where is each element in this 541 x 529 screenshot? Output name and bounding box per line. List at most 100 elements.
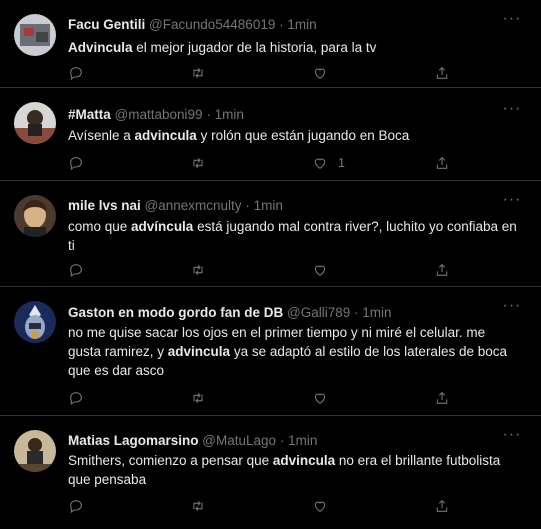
reply-icon — [70, 67, 82, 81]
share-button[interactable] — [434, 154, 450, 172]
author-handle[interactable]: @Facundo54486019 — [149, 17, 275, 32]
share-icon — [436, 156, 448, 169]
author-name[interactable]: Gaston en modo gordo fan de DB — [68, 305, 283, 320]
separator: · — [279, 433, 285, 448]
share-icon — [436, 391, 448, 404]
like-button[interactable] — [312, 389, 338, 407]
more-icon[interactable]: ··· — [501, 427, 523, 446]
share-icon — [436, 499, 448, 512]
highlight-keyword: advincula — [272, 453, 336, 468]
tweet[interactable]: Facu Gentili @Facundo54486019 · 1min ···… — [0, 0, 541, 88]
tweet[interactable]: #Matta @mattaboni99 · 1min ··· Avísenle … — [0, 88, 541, 181]
reply-icon — [70, 392, 82, 406]
reply-icon — [70, 264, 82, 278]
author-handle[interactable]: @MatuLago — [202, 433, 276, 448]
tweet-header: Matias Lagomarsino @MatuLago · 1min — [68, 432, 501, 449]
reply-button[interactable] — [68, 497, 94, 515]
more-icon[interactable]: ··· — [501, 298, 523, 317]
like-icon — [314, 68, 326, 79]
separator: · — [245, 198, 250, 213]
reply-button[interactable] — [68, 64, 94, 82]
timestamp[interactable]: 1min — [288, 433, 317, 448]
highlight-keyword: Advincula — [68, 40, 133, 55]
retweet-icon — [193, 500, 203, 512]
text-fragment: y rolón que están jugando en Boca — [196, 128, 410, 143]
tweet-actions — [68, 389, 460, 407]
tweet-actions — [68, 64, 460, 82]
avatar[interactable] — [14, 301, 56, 343]
highlight-keyword: advíncula — [131, 219, 194, 234]
more-icon[interactable]: ··· — [501, 101, 523, 120]
like-icon — [314, 158, 326, 169]
like-button[interactable]: 1 — [312, 154, 345, 172]
text-fragment: el mejor jugador de la historia, para la… — [132, 40, 377, 55]
tweet-actions: 1 — [68, 154, 460, 172]
like-button[interactable] — [312, 261, 338, 279]
retweet-button[interactable] — [190, 497, 216, 515]
tweet[interactable]: Gaston en modo gordo fan de DB @Galli789… — [0, 287, 541, 416]
retweet-icon — [193, 67, 203, 79]
author-name[interactable]: mile lvs nai — [68, 198, 141, 213]
like-count: 1 — [338, 156, 345, 170]
tweet-header: Gaston en modo gordo fan de DB @Galli789… — [68, 304, 501, 321]
share-button[interactable] — [434, 261, 450, 279]
more-icon[interactable]: ··· — [501, 11, 523, 30]
retweet-button[interactable] — [190, 389, 216, 407]
timestamp[interactable]: 1min — [254, 198, 283, 213]
timeline-feed: Facu Gentili @Facundo54486019 · 1min ···… — [0, 0, 541, 529]
more-icon[interactable]: ··· — [501, 192, 523, 211]
retweet-icon — [193, 157, 203, 169]
tweet[interactable]: Matias Lagomarsino @MatuLago · 1min ··· … — [0, 416, 541, 529]
like-icon — [314, 501, 326, 512]
share-button[interactable] — [434, 497, 450, 515]
highlight-keyword: advincula — [134, 128, 197, 143]
timestamp[interactable]: 1min — [215, 107, 244, 122]
highlight-keyword: advincula — [167, 344, 231, 359]
share-button[interactable] — [434, 64, 450, 82]
reply-button[interactable] — [68, 261, 94, 279]
retweet-icon — [193, 264, 203, 276]
tweet-actions — [68, 261, 460, 279]
timestamp[interactable]: 1min — [287, 17, 316, 32]
retweet-icon — [193, 392, 203, 404]
like-button[interactable] — [312, 497, 338, 515]
tweet-header: #Matta @mattaboni99 · 1min — [68, 106, 501, 123]
timestamp[interactable]: 1min — [362, 305, 391, 320]
retweet-button[interactable] — [190, 261, 216, 279]
author-handle[interactable]: @annexmcnulty — [145, 198, 242, 213]
reply-button[interactable] — [68, 389, 94, 407]
author-name[interactable]: #Matta — [68, 107, 111, 122]
avatar[interactable] — [14, 195, 56, 237]
text-fragment: como que — [68, 219, 132, 234]
separator: · — [354, 305, 359, 320]
author-name[interactable]: Matias Lagomarsino — [68, 433, 199, 448]
author-name[interactable]: Facu Gentili — [68, 17, 145, 32]
like-icon — [314, 393, 326, 404]
share-icon — [436, 263, 448, 276]
avatar[interactable] — [14, 430, 56, 472]
tweet-text: como que advíncula está jugando mal cont… — [68, 217, 521, 255]
reply-button[interactable] — [68, 154, 94, 172]
separator: · — [279, 17, 284, 32]
separator: · — [206, 107, 211, 122]
author-handle[interactable]: @mattaboni99 — [115, 107, 203, 122]
reply-icon — [70, 500, 82, 514]
tweet-header: Facu Gentili @Facundo54486019 · 1min — [68, 16, 501, 33]
tweet-text: no me quise sacar los ojos en el primer … — [68, 323, 521, 380]
tweet-text: Advincula el mejor jugador de la histori… — [68, 38, 521, 57]
avatar[interactable] — [14, 14, 56, 56]
share-icon — [436, 66, 448, 79]
reply-icon — [70, 157, 82, 171]
share-button[interactable] — [434, 389, 450, 407]
avatar[interactable] — [14, 102, 56, 144]
tweet-actions — [68, 497, 460, 515]
tweet[interactable]: mile lvs nai @annexmcnulty · 1min ··· co… — [0, 181, 541, 287]
retweet-button[interactable] — [190, 154, 216, 172]
text-fragment: Avísenle a — [68, 128, 135, 143]
like-button[interactable] — [312, 64, 338, 82]
retweet-button[interactable] — [190, 64, 216, 82]
author-handle[interactable]: @Galli789 — [287, 305, 350, 320]
like-icon — [314, 265, 326, 276]
tweet-text: Avísenle a advincula y rolón que están j… — [68, 126, 521, 145]
text-fragment: Smithers, comienzo a pensar que — [68, 453, 273, 468]
